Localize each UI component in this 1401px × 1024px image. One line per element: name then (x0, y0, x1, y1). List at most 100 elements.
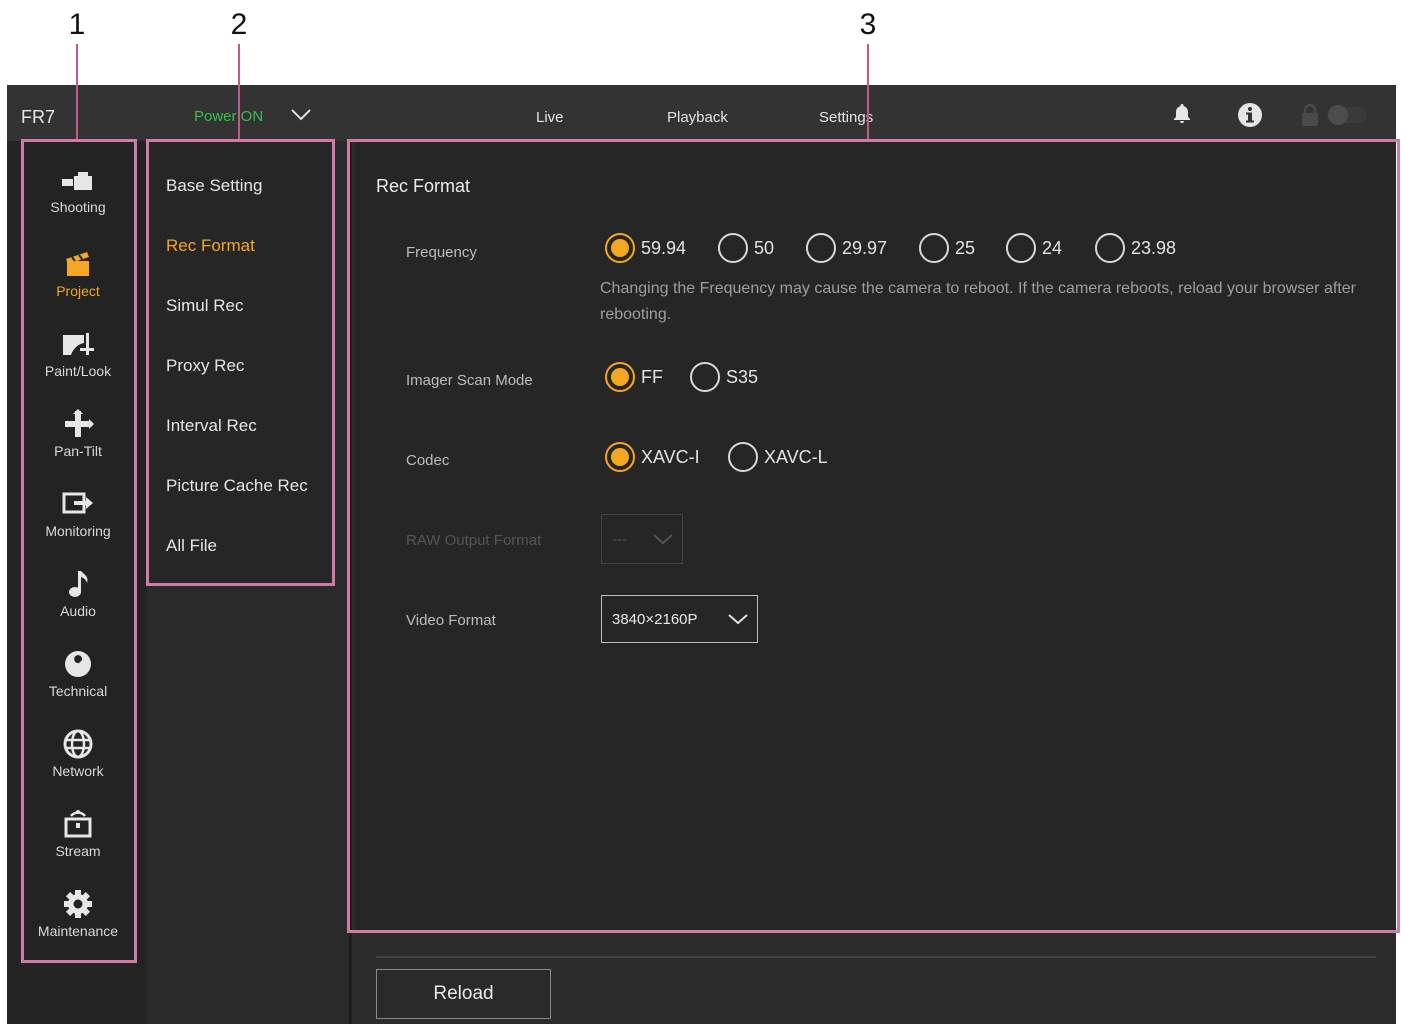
callout-line-3 (867, 44, 869, 140)
main-panel: Rec Format Frequency 59.94 50 29.97 25 2… (355, 141, 1396, 931)
submenu-item-all-file[interactable]: All File (166, 536, 217, 556)
music-note-icon (69, 571, 88, 597)
submenu: Base Setting Rec Format Simul Rec Proxy … (147, 141, 352, 1024)
radio-circle (1095, 233, 1125, 263)
sidebar-item-network[interactable]: Network (24, 729, 132, 809)
callout-line-2 (238, 44, 240, 140)
submenu-item-base-setting[interactable]: Base Setting (166, 176, 262, 196)
radio-circle (690, 362, 720, 392)
radio-label: 25 (955, 237, 976, 258)
submenu-item-picture-cache-rec[interactable]: Picture Cache Rec (166, 476, 308, 496)
radio-circle (605, 442, 635, 472)
toggle-switch[interactable] (1325, 103, 1369, 127)
power-status[interactable]: Power ON (194, 108, 263, 125)
imager-scan-mode-option-s35[interactable]: S35 (690, 362, 758, 392)
radio-label: XAVC-I (641, 446, 700, 467)
paint-look-icon (63, 333, 94, 355)
radio-circle (728, 442, 758, 472)
radio-circle (605, 362, 635, 392)
submenu-item-rec-format[interactable]: Rec Format (166, 236, 255, 256)
info-icon[interactable] (1237, 102, 1263, 128)
wrench-icon (65, 651, 91, 677)
radio-label: 29.97 (842, 237, 888, 258)
camera-icon (62, 172, 92, 190)
sidebar-item-pan-tilt[interactable]: Pan-Tilt (24, 409, 132, 489)
frequency-option-25[interactable]: 25 (919, 233, 975, 263)
radio-label: 59.94 (641, 237, 687, 258)
callout-number-3: 3 (859, 8, 877, 41)
raw-output-format-label: RAW Output Format (406, 532, 542, 549)
radio-circle (718, 233, 748, 263)
raw-output-format-select: --- (601, 514, 683, 564)
monitoring-icon (62, 492, 93, 514)
sidebar-item-label: Network (52, 763, 104, 779)
frequency-label: Frequency (406, 244, 477, 261)
lock-icon (1302, 103, 1318, 126)
sidebar-item-label: Pan-Tilt (54, 443, 102, 459)
sidebar-item-stream[interactable]: Stream (24, 809, 132, 889)
sidebar-item-audio[interactable]: Audio (24, 569, 132, 649)
sidebar-item-paint-look[interactable]: Paint/Look (24, 329, 132, 409)
sidebar-item-label: Paint/Look (44, 363, 112, 379)
sidebar-item-label: Maintenance (37, 923, 119, 939)
sidebar-item-label: Monitoring (45, 523, 111, 539)
radio-dot (611, 368, 629, 386)
sidebar-item-label: Shooting (50, 199, 106, 215)
tab-settings[interactable]: Settings (819, 109, 873, 126)
page-title: Rec Format (376, 176, 471, 196)
radio-dot (611, 448, 629, 466)
sidebar: Shooting Project Paint/Look Pan-Tilt Mon… (7, 141, 147, 1024)
frequency-option-24[interactable]: 24 (1006, 233, 1062, 263)
callout-line-1 (76, 44, 78, 140)
sidebar-item-shooting[interactable]: Shooting (24, 169, 132, 249)
codec-option-xavc-i[interactable]: XAVC-I (605, 442, 700, 472)
submenu-item-simul-rec[interactable]: Simul Rec (166, 296, 243, 316)
frequency-note: Changing the Frequency may cause the cam… (600, 280, 1356, 323)
chevron-down-icon[interactable] (290, 106, 312, 122)
chevron-down-icon (728, 614, 748, 625)
radio-label: XAVC-L (764, 446, 828, 467)
imager-scan-mode-option-ff[interactable]: FF (605, 362, 663, 392)
sidebar-item-label: Audio (60, 603, 96, 619)
tab-live[interactable]: Live (536, 109, 564, 126)
bell-icon[interactable] (1170, 102, 1194, 126)
radio-circle (806, 233, 836, 263)
sidebar-item-label: Technical (48, 683, 108, 699)
codec-option-xavc-l[interactable]: XAVC-L (728, 442, 828, 472)
chevron-down-icon (653, 534, 673, 545)
gear-icon (64, 890, 92, 918)
sidebar-item-label: Project (56, 283, 100, 299)
submenu-list: Base Setting Rec Format Simul Rec Proxy … (147, 141, 332, 581)
sidebar-item-monitoring[interactable]: Monitoring (24, 489, 132, 569)
app-title: FR7 (21, 107, 56, 127)
radio-dot (611, 239, 629, 257)
submenu-item-interval-rec[interactable]: Interval Rec (166, 416, 257, 436)
frequency-option-50[interactable]: 50 (718, 233, 774, 263)
callout-number-2: 2 (230, 8, 248, 41)
radio-label: S35 (726, 366, 759, 387)
frequency-option-23-98[interactable]: 23.98 (1095, 233, 1176, 263)
imager-scan-mode-label: Imager Scan Mode (406, 372, 533, 389)
frequency-option-59-94[interactable]: 59.94 (605, 233, 686, 263)
clapperboard-icon (66, 252, 89, 276)
stream-icon (64, 810, 92, 838)
video-format-label: Video Format (406, 612, 496, 629)
tab-playback[interactable]: Playback (667, 109, 728, 126)
codec-label: Codec (406, 452, 450, 469)
reload-button[interactable]: Reload (376, 969, 551, 1019)
radio-circle (919, 233, 949, 263)
frequency-option-29-97[interactable]: 29.97 (806, 233, 887, 263)
footer-divider (376, 956, 1376, 958)
sidebar-item-project[interactable]: Project (24, 249, 132, 329)
sidebar-item-technical[interactable]: Technical (24, 649, 132, 729)
sidebar-item-label: Stream (55, 843, 101, 859)
pan-tilt-icon (65, 409, 94, 437)
top-bar: FR7 Power ON Live Playback Settings (7, 85, 1396, 141)
video-format-select[interactable]: 3840×2160P (601, 595, 758, 643)
submenu-item-proxy-rec[interactable]: Proxy Rec (166, 356, 244, 376)
sidebar-item-maintenance[interactable]: Maintenance (24, 889, 132, 969)
app-window: FR7 Power ON Live Playback Settings Shoo… (7, 85, 1396, 1024)
radio-label: 24 (1042, 237, 1063, 258)
radio-circle (605, 233, 635, 263)
callout-number-1: 1 (68, 8, 86, 41)
